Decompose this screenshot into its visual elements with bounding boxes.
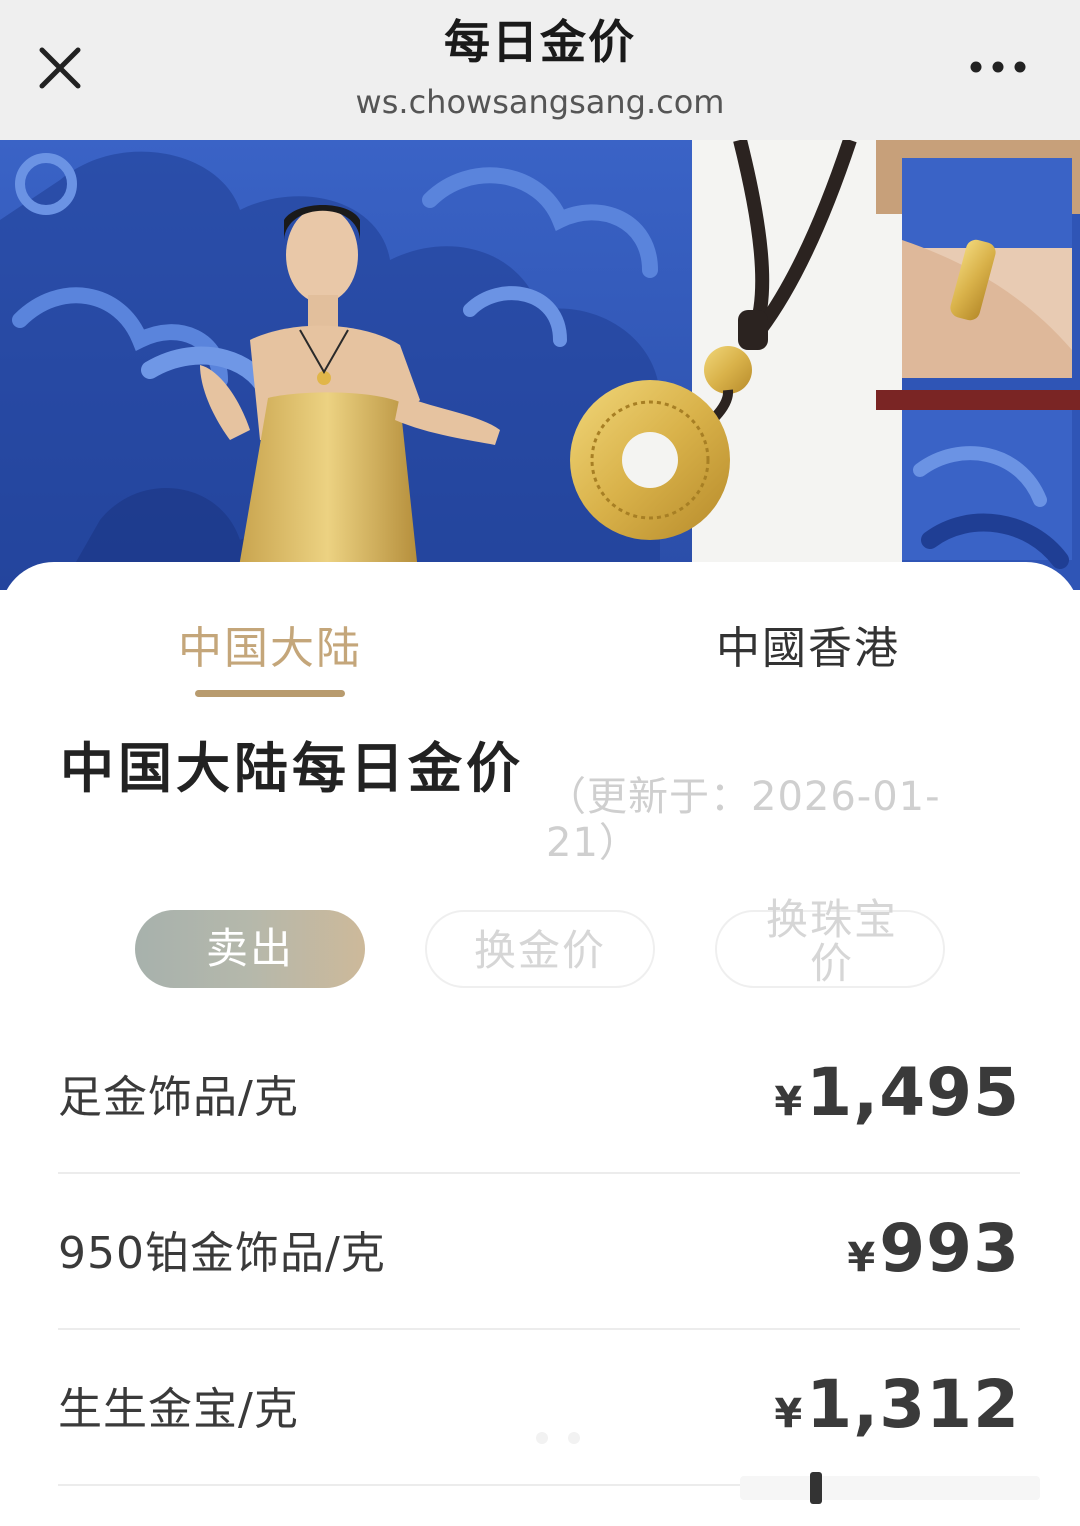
close-icon [39,47,81,89]
price-label: 生生金宝/克 [58,1384,299,1435]
tab-hong-kong[interactable]: 中國香港 [716,620,900,678]
update-timestamp: （更新于：2026-01-21） [546,774,941,866]
price-amount: 993 [879,1210,1020,1287]
price-panel: 中国大陆 中國香港 中国大陆每日金价 （更新于：2026-01-21） 卖出 换… [0,562,1080,1526]
price-value: ¥1,312 [774,1366,1020,1446]
top-navigation-bar: 每日金价 ws.chowsangsang.com [0,0,1080,140]
banner-image [0,140,1080,590]
price-amount: 1,495 [806,1054,1020,1131]
active-tab-indicator [195,690,345,697]
currency-symbol: ¥ [774,1079,803,1125]
price-label: 足金饰品/克 [58,1072,299,1123]
title-block: 每日金价 ws.chowsangsang.com [240,10,840,126]
price-value: ¥1,495 [774,1054,1020,1134]
close-button[interactable] [30,38,90,98]
tab-exchange-jewelry-label: 换珠宝价 [765,895,898,988]
more-options-button[interactable] [966,52,1030,82]
price-row-platinum: 950铂金饰品/克 ¥993 [58,1174,1020,1330]
price-value: ¥993 [847,1210,1020,1290]
price-row-pure-gold: 足金饰品/克 ¥1,495 [58,1018,1020,1174]
price-row-gold-bar: 生生金宝/克 ¥1,312 [58,1330,1020,1486]
section-title: 中国大陆每日金价 [60,737,524,800]
tab-exchange-gold-price[interactable]: 换金价 [425,910,655,988]
more-horizontal-icon [970,61,1026,73]
tab-exchange-jewelry-price[interactable]: 换珠宝价 [715,898,945,988]
page-url: ws.chowsangsang.com [355,83,725,121]
tab-mainland-china[interactable]: 中国大陆 [178,620,362,678]
currency-symbol: ¥ [774,1391,803,1437]
watermark-icon [740,1472,1040,1504]
promo-banner[interactable] [0,140,1080,590]
price-label: 950铂金饰品/克 [58,1228,386,1279]
page-title: 每日金价 [444,15,636,69]
loading-dots-icon [536,1432,580,1444]
price-amount: 1,312 [806,1366,1020,1443]
currency-symbol: ¥ [847,1235,876,1281]
tab-sell-price[interactable]: 卖出 [135,910,365,988]
